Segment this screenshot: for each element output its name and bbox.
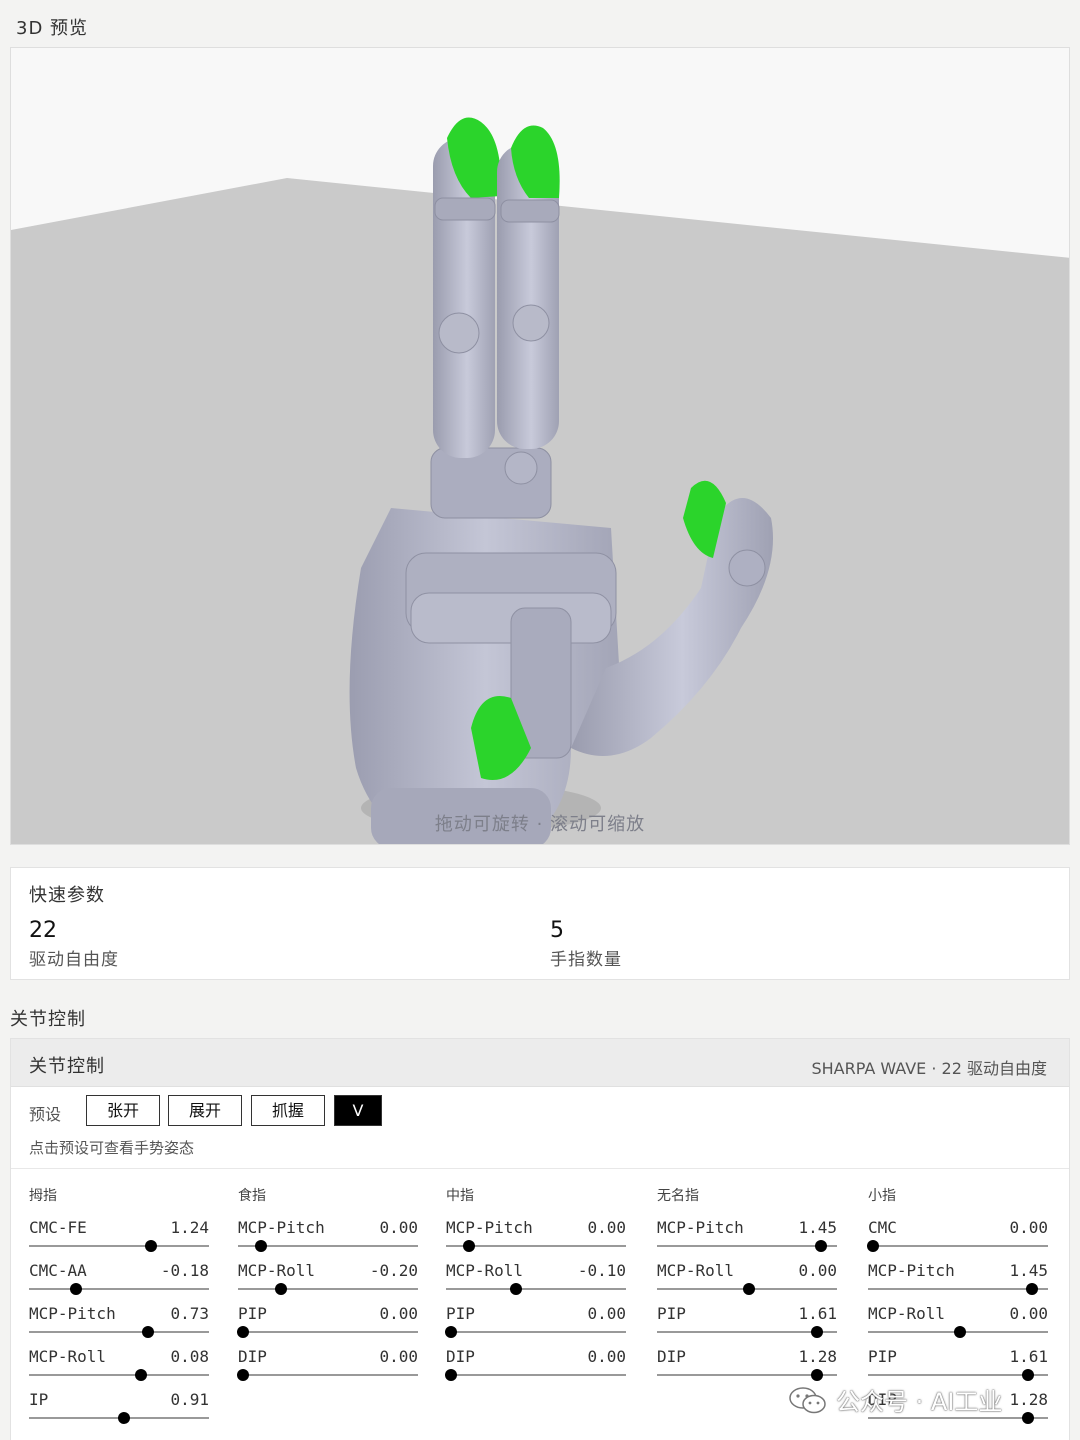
watermark-text: 公众号 · AI工业: [836, 1388, 1003, 1416]
stat-dof-value: 22: [29, 918, 57, 943]
3d-viewport[interactable]: 拖动可旋转 · 滚动可缩放: [10, 47, 1070, 845]
stat-dof: 22 驱动自由度: [29, 918, 119, 970]
joint-value: 0.00: [379, 1304, 418, 1323]
slider-thumb[interactable]: [141, 1326, 154, 1338]
joint-name: IP: [29, 1390, 49, 1409]
joint-value: -0.10: [577, 1261, 626, 1280]
joint-name: DIP: [446, 1347, 475, 1366]
joint-name: CMC-FE: [29, 1218, 87, 1237]
slider-track[interactable]: [446, 1374, 626, 1376]
slider-thumb[interactable]: [134, 1369, 147, 1381]
finger-title: 中指: [446, 1188, 474, 1204]
preset-spread-button[interactable]: 展开: [168, 1095, 242, 1126]
joint-name: MCP-Pitch: [657, 1218, 744, 1237]
slider-track[interactable]: [238, 1374, 418, 1376]
slider-thumb[interactable]: [742, 1283, 755, 1295]
joint-value: 0.91: [170, 1390, 209, 1409]
joint-value: 1.28: [798, 1347, 837, 1366]
wechat-icon: [789, 1386, 826, 1413]
joint-name: MCP-Roll: [868, 1304, 946, 1323]
joint-panel-header: 关节控制 SHARPA WAVE · 22 驱动自由度: [11, 1039, 1069, 1087]
slider-track[interactable]: [446, 1331, 626, 1333]
model-info: SHARPA WAVE · 22 驱动自由度: [811, 1059, 1047, 1078]
joint-value: 0.00: [1009, 1304, 1048, 1323]
stat-dof-label: 驱动自由度: [29, 950, 119, 970]
watermark: 公众号 · AI工业: [788, 1382, 1002, 1417]
joint-value: 1.24: [170, 1218, 209, 1237]
slider-track[interactable]: [238, 1331, 418, 1333]
slider-track[interactable]: [868, 1417, 1048, 1419]
slider-track[interactable]: [29, 1374, 209, 1376]
joint-name: MCP-Pitch: [446, 1218, 533, 1237]
joint-value: 0.00: [587, 1347, 626, 1366]
joint-name: MCP-Roll: [657, 1261, 735, 1280]
joint-value: 1.45: [798, 1218, 837, 1237]
joint-value: 0.00: [379, 1347, 418, 1366]
joint-value: 0.73: [170, 1304, 209, 1323]
slider-track[interactable]: [29, 1331, 209, 1333]
slider-track[interactable]: [29, 1245, 209, 1247]
slider-thumb[interactable]: [1025, 1283, 1038, 1295]
joint-name: MCP-Pitch: [29, 1304, 116, 1323]
preset-label: 预设: [29, 1105, 62, 1124]
slider-track[interactable]: [238, 1288, 418, 1290]
slider-track[interactable]: [868, 1374, 1048, 1376]
stat-fingers-label: 手指数量: [550, 950, 622, 970]
preset-note: 点击预设可查看手势姿态: [29, 1139, 195, 1157]
joint-value: -0.20: [369, 1261, 418, 1280]
joint-control-panel: 关节控制 SHARPA WAVE · 22 驱动自由度 预设 张开 展开 抓握 …: [10, 1038, 1070, 1440]
finger-title: 小指: [868, 1188, 896, 1204]
preset-grip-button[interactable]: 抓握: [251, 1095, 325, 1126]
stat-fingers: 5 手指数量: [550, 918, 622, 970]
divider: [11, 1168, 1069, 1169]
quick-params-card: 快速参数 22 驱动自由度 5 手指数量: [10, 867, 1070, 980]
slider-track[interactable]: [657, 1374, 837, 1376]
joint-name: PIP: [446, 1304, 475, 1323]
preview-section-title: 3D 预览: [16, 18, 89, 39]
joint-name: PIP: [657, 1304, 686, 1323]
joint-value: 0.00: [587, 1304, 626, 1323]
slider-track[interactable]: [657, 1331, 837, 1333]
slider-thumb[interactable]: [814, 1240, 827, 1252]
viewport-hint: 拖动可旋转 · 滚动可缩放: [434, 814, 646, 835]
joint-panel-title: 关节控制: [29, 1056, 105, 1077]
quick-params-title: 快速参数: [29, 885, 105, 906]
joint-value: 0.00: [379, 1218, 418, 1237]
joint-value: 1.61: [1009, 1347, 1048, 1366]
slider-track[interactable]: [868, 1245, 1048, 1247]
joint-name: PIP: [868, 1347, 897, 1366]
joint-name: MCP-Pitch: [868, 1261, 955, 1280]
joint-section-title: 关节控制: [10, 1009, 86, 1030]
joint-value: 0.00: [1009, 1218, 1048, 1237]
finger-title: 食指: [238, 1188, 266, 1204]
joint-name: CMC-AA: [29, 1261, 87, 1280]
joint-name: MCP-Roll: [446, 1261, 524, 1280]
joint-name: DIP: [238, 1347, 267, 1366]
joint-name: MCP-Pitch: [238, 1218, 325, 1237]
joint-name: MCP-Roll: [238, 1261, 316, 1280]
joint-value: 0.08: [170, 1347, 209, 1366]
joint-value: 0.00: [798, 1261, 837, 1280]
slider-track[interactable]: [446, 1288, 626, 1290]
slider-track[interactable]: [29, 1288, 209, 1290]
joint-value: -0.18: [160, 1261, 209, 1280]
finger-title: 无名指: [657, 1188, 699, 1204]
preset-v-button[interactable]: V: [334, 1095, 382, 1126]
stat-fingers-value: 5: [550, 918, 564, 943]
joint-name: PIP: [238, 1304, 267, 1323]
slider-thumb[interactable]: [69, 1283, 82, 1295]
joint-name: MCP-Roll: [29, 1347, 107, 1366]
preset-open-button[interactable]: 张开: [86, 1095, 160, 1126]
slider-thumb[interactable]: [953, 1326, 966, 1338]
joint-value: 1.61: [798, 1304, 837, 1323]
joint-value: 0.00: [587, 1218, 626, 1237]
joint-name: CMC: [868, 1218, 897, 1237]
slider-track[interactable]: [868, 1288, 1048, 1290]
hand-model-render: [11, 48, 1069, 844]
joint-value: 1.45: [1009, 1261, 1048, 1280]
finger-title: 拇指: [29, 1188, 57, 1204]
slider-track[interactable]: [657, 1245, 837, 1247]
joint-name: DIP: [657, 1347, 686, 1366]
